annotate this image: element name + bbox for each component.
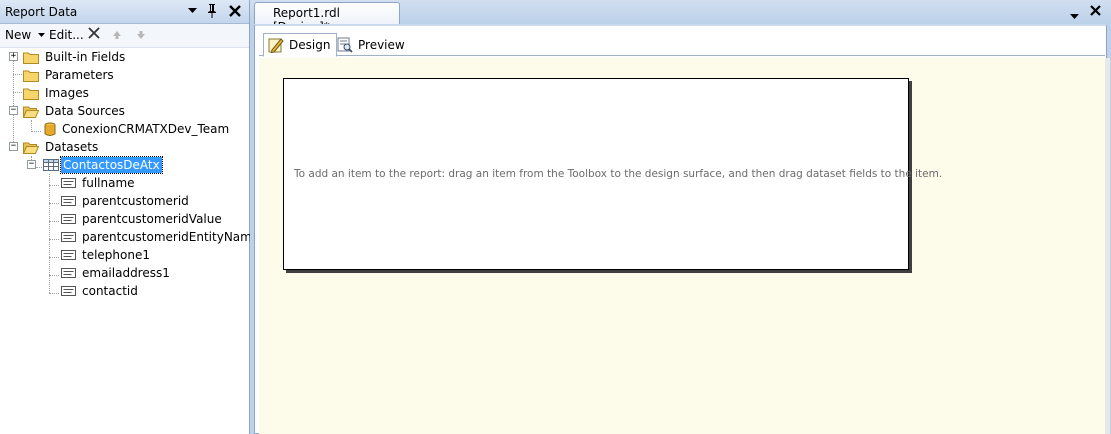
- tree-label-data-source: ConexionCRMATXDev_Team: [62, 122, 230, 136]
- database-icon: [44, 122, 56, 136]
- report-data-toolbar: New Edit...: [0, 24, 249, 48]
- tree-connector: [49, 275, 59, 276]
- tree-label-parameters: Parameters: [45, 68, 114, 82]
- tree-connector: [49, 221, 59, 222]
- tree-connector: [13, 56, 14, 150]
- field-label: contactid: [82, 284, 138, 298]
- arrow-up-icon: [113, 31, 121, 39]
- field-icon: [61, 268, 76, 278]
- view-tabs: Design Preview: [259, 30, 1105, 57]
- field-label: emailaddress1: [82, 266, 170, 280]
- open-folder-icon: [23, 142, 39, 154]
- chevron-down-icon: [1070, 14, 1079, 19]
- edit-button[interactable]: Edit...: [49, 28, 84, 42]
- folder-icon: [23, 70, 39, 82]
- tree-item-parameters[interactable]: Parameters: [23, 66, 116, 84]
- tree-connector: [13, 74, 22, 75]
- field-icon: [61, 250, 76, 260]
- tab-design-label: Design: [289, 38, 331, 52]
- field-label: parentcustomeridEntityName: [82, 230, 260, 244]
- field-item[interactable]: telephone1: [61, 246, 152, 264]
- expand-built-in-fields-button[interactable]: +: [9, 52, 18, 61]
- tree-item-images[interactable]: Images: [23, 84, 91, 102]
- tree-item-data-sources[interactable]: Data Sources: [23, 102, 127, 120]
- vertical-scrollbar[interactable]: [1105, 58, 1110, 434]
- tree-connector: [49, 185, 59, 186]
- tab-preview-label: Preview: [358, 37, 405, 52]
- table-icon: [43, 159, 59, 171]
- tree-connector: [49, 203, 59, 204]
- tree-item-dataset[interactable]: ContactosDeAtx: [43, 156, 163, 174]
- tree-connector: [13, 92, 22, 93]
- close-document-button[interactable]: [1090, 5, 1101, 19]
- arrow-down-icon: [137, 31, 145, 39]
- tree-connector: [49, 257, 59, 258]
- field-icon: [61, 196, 76, 206]
- collapse-data-sources-button[interactable]: −: [9, 106, 18, 115]
- field-icon: [61, 178, 76, 188]
- tree-connector: [49, 239, 59, 240]
- delete-icon: [88, 27, 100, 39]
- document-list-button[interactable]: [1070, 9, 1079, 23]
- tree-item-datasets[interactable]: Datasets: [23, 138, 100, 156]
- report-data-panel: Report Data New Edit... + − − − Built-in…: [0, 0, 259, 434]
- tree-label-dataset: ContactosDeAtx: [60, 156, 163, 174]
- field-item[interactable]: emailaddress1: [61, 264, 172, 282]
- pin-icon: [208, 4, 216, 18]
- move-down-button[interactable]: [136, 29, 146, 43]
- tab-design[interactable]: Design: [263, 33, 338, 57]
- design-icon: [268, 38, 284, 53]
- tree-label-built-in-fields: Built-in Fields: [45, 50, 126, 64]
- report-data-tree: + − − − Built-in Fields Parameters Image…: [0, 48, 259, 432]
- panel-title: Report Data: [5, 5, 78, 19]
- document-tab[interactable]: Report1.rdl [Design]*: [254, 2, 400, 34]
- tree-connector: [49, 293, 59, 294]
- document-area: Report1.rdl [Design]* Design Preview To …: [250, 0, 1111, 434]
- tree-connector: [31, 131, 41, 132]
- field-label: fullname: [82, 176, 135, 190]
- close-icon: [1090, 5, 1101, 16]
- collapse-datasets-button[interactable]: −: [9, 142, 18, 151]
- tree-label-data-sources: Data Sources: [45, 104, 125, 118]
- document-frame: Design Preview To add an item to the rep…: [254, 24, 1110, 434]
- report-data-titlebar: Report Data: [0, 0, 249, 24]
- preview-icon: [337, 37, 353, 53]
- tab-preview[interactable]: Preview: [333, 33, 411, 56]
- field-item[interactable]: parentcustomeridEntityName: [61, 228, 261, 246]
- tree-item-data-source[interactable]: ConexionCRMATXDev_Team: [44, 120, 231, 138]
- chevron-down-icon: [187, 8, 197, 13]
- new-menu-button[interactable]: New: [5, 28, 46, 42]
- tree-label-datasets: Datasets: [45, 140, 99, 154]
- folder-icon: [23, 88, 39, 100]
- field-label: parentcustomeridValue: [82, 212, 222, 226]
- report-hint-text: To add an item to the report: drag an it…: [294, 168, 943, 180]
- field-icon: [61, 214, 76, 224]
- close-icon: [229, 5, 241, 17]
- collapse-dataset-button[interactable]: −: [27, 160, 36, 169]
- tree-label-images: Images: [45, 86, 89, 100]
- field-item[interactable]: parentcustomeridValue: [61, 210, 224, 228]
- move-up-button[interactable]: [112, 29, 122, 43]
- delete-button[interactable]: [88, 27, 100, 42]
- tree-item-built-in-fields[interactable]: Built-in Fields: [23, 48, 127, 66]
- folder-icon: [23, 52, 39, 64]
- field-icon: [61, 286, 76, 296]
- new-label: New: [5, 28, 32, 42]
- field-item[interactable]: fullname: [61, 174, 137, 192]
- field-icon: [61, 232, 76, 242]
- chevron-down-icon: [38, 33, 46, 37]
- open-folder-icon: [23, 106, 39, 118]
- close-panel-button[interactable]: [226, 2, 244, 20]
- field-item[interactable]: contactid: [61, 282, 140, 300]
- field-label: parentcustomerid: [82, 194, 189, 208]
- pin-button[interactable]: [203, 2, 221, 20]
- field-label: telephone1: [82, 248, 150, 262]
- document-tabstrip: Report1.rdl [Design]*: [250, 0, 1111, 34]
- design-surface[interactable]: To add an item to the report: drag an it…: [259, 58, 1105, 434]
- field-item[interactable]: parentcustomerid: [61, 192, 191, 210]
- panel-menu-button[interactable]: [183, 2, 201, 20]
- report-body[interactable]: To add an item to the report: drag an it…: [283, 78, 942, 270]
